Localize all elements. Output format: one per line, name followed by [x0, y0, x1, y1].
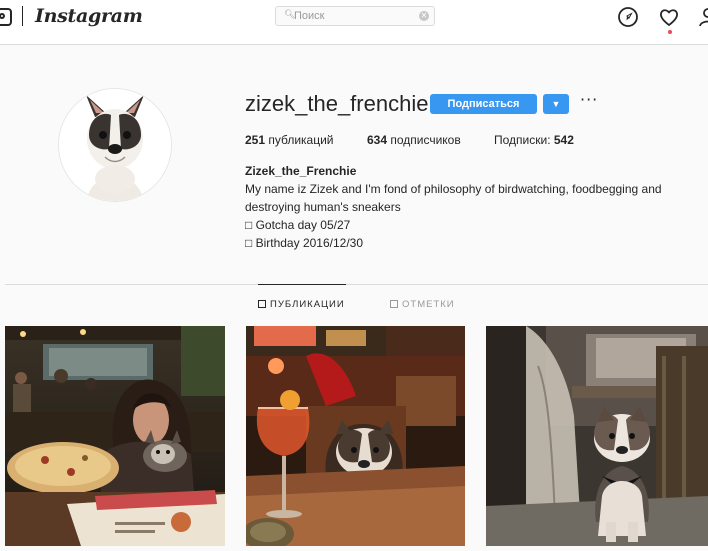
- caret-down-icon: ▼: [551, 99, 561, 109]
- bio-line-3: □ Gotcha day 05/27: [245, 218, 351, 232]
- post-3-image: [486, 326, 708, 546]
- profile-username: zizek_the_frenchie: [245, 91, 429, 116]
- followers-label: подписчиков: [387, 133, 461, 147]
- search-input[interactable]: [294, 8, 414, 24]
- tabs-divider: [5, 284, 708, 285]
- search-box[interactable]: 🔍︎ ✕: [275, 6, 435, 26]
- following-label: Подписки:: [494, 133, 554, 147]
- compass-icon[interactable]: [617, 6, 639, 28]
- posts-count: 251: [245, 133, 266, 147]
- post-thumbnail-3[interactable]: [486, 326, 708, 546]
- heart-icon[interactable]: [658, 6, 680, 28]
- followers-stat[interactable]: 634 подписчиков: [367, 133, 461, 147]
- tab-posts[interactable]: ПУБЛИКАЦИИ: [258, 299, 345, 310]
- bio-line-1: My name iz Zizek and I'm fond of philoso…: [245, 182, 662, 196]
- post-thumbnail-1[interactable]: [5, 326, 225, 546]
- posts-label: публикаций: [265, 133, 334, 147]
- avatar-dog-photo: [59, 89, 171, 201]
- logo-divider: [22, 6, 23, 26]
- tab-tagged-label: ОТМЕТКИ: [402, 299, 455, 310]
- clear-search-icon[interactable]: ✕: [419, 11, 429, 21]
- instagram-wordmark[interactable]: Instagram: [35, 5, 143, 27]
- follow-button[interactable]: Подписаться: [430, 94, 537, 114]
- profile-avatar[interactable]: [58, 88, 172, 202]
- instagram-camera-icon[interactable]: [0, 8, 12, 26]
- tab-tagged[interactable]: ОТМЕТКИ: [390, 299, 455, 310]
- bio-line-4: □ Birthday 2016/12/30: [245, 236, 363, 250]
- followers-count: 634: [367, 133, 388, 147]
- post-1-image: [5, 326, 225, 546]
- post-2-image: [246, 326, 465, 546]
- top-navigation-bar: Instagram 🔍︎ ✕: [0, 0, 708, 45]
- grid-icon: [258, 300, 266, 308]
- posts-stat: 251 публикаций: [245, 133, 334, 147]
- profile-icon[interactable]: [697, 6, 708, 28]
- following-count: 542: [553, 133, 574, 147]
- tagged-icon: [390, 300, 398, 308]
- active-tab-indicator: [258, 284, 346, 285]
- following-stat[interactable]: Подписки: 542: [494, 133, 574, 147]
- suggestions-dropdown-button[interactable]: ▼: [543, 94, 569, 114]
- tab-posts-label: ПУБЛИКАЦИИ: [270, 299, 345, 310]
- post-thumbnail-2[interactable]: [246, 326, 465, 546]
- profile-full-name: Zizek_the_Frenchie: [245, 164, 357, 178]
- notification-dot: [668, 30, 672, 34]
- more-options-icon[interactable]: ···: [580, 92, 598, 108]
- bio-line-2: destroying human's sneakers: [245, 200, 401, 214]
